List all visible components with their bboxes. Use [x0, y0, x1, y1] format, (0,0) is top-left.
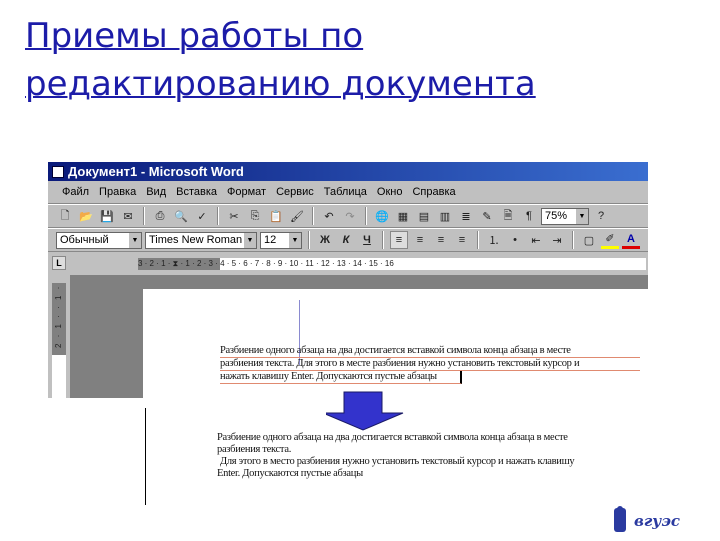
new-icon[interactable]: 🗋	[56, 207, 74, 225]
help-icon[interactable]: ?	[592, 207, 610, 225]
window-title: Документ1 - Microsoft Word	[68, 164, 244, 179]
increase-indent-icon[interactable]: ⇥	[548, 231, 566, 249]
insert-excel-icon[interactable]: ▥	[436, 207, 454, 225]
cut-icon[interactable]: ✂	[225, 207, 243, 225]
horizontal-ruler[interactable]: L 3 · 2 · 1 · ⧗ · 1 · 2 · 3 · 4 · 5 · 6 …	[48, 252, 648, 275]
separator	[308, 231, 310, 249]
menu-help[interactable]: Справка	[412, 186, 455, 198]
justify-icon[interactable]: ≡	[453, 231, 471, 249]
chevron-down-icon: ▼	[244, 232, 256, 248]
menu-insert[interactable]: Вставка	[176, 186, 217, 198]
formatting-toolbar: Обычный ▼ Times New Roman ▼ 12 ▼ Ж К Ч ≡ ≡ …	[48, 228, 648, 252]
zoom-value: 75%	[545, 210, 568, 222]
text-line: Enter. Допускаются пустые абзацы	[217, 468, 363, 479]
align-right-icon[interactable]: ≡	[432, 231, 450, 249]
document-map-icon[interactable]: 🗎	[499, 207, 517, 225]
separator	[217, 207, 219, 225]
paragraph-after: Разбиение одного абзаца на два достигает…	[217, 432, 617, 480]
paragraph-before: Разбиение одного абзаца на два достигает…	[220, 345, 640, 384]
separator	[572, 231, 574, 249]
separator	[365, 207, 367, 225]
menu-file[interactable]: Файл	[62, 186, 89, 198]
print-icon[interactable]: ⎙	[151, 207, 169, 225]
bullets-icon[interactable]: •	[506, 231, 524, 249]
down-arrow-icon	[326, 391, 404, 431]
align-center-icon[interactable]: ≡	[411, 231, 429, 249]
style-select[interactable]: Обычный ▼	[56, 231, 142, 249]
bold-button[interactable]: Ж	[316, 231, 334, 249]
text-line: Разбиение одного абзаца на два достигает…	[220, 345, 640, 358]
menu-table[interactable]: Таблица	[324, 186, 367, 198]
title-bar: Документ1 - Microsoft Word	[48, 162, 648, 181]
columns-icon[interactable]: ≣	[457, 207, 475, 225]
decrease-indent-icon[interactable]: ⇤	[527, 231, 545, 249]
chevron-down-icon: ▼	[129, 232, 141, 248]
chevron-down-icon: ▼	[289, 232, 301, 248]
text-line: Разбиение одного абзаца на два достигает…	[217, 432, 568, 443]
copy-icon[interactable]: ⎘	[246, 207, 264, 225]
text-line: нажать клавишу Enter. Допускаются пустые…	[220, 371, 462, 384]
slide-title: Приемы работы по редактированию документ…	[25, 16, 536, 104]
divider-line	[145, 408, 146, 505]
menu-format[interactable]: Формат	[227, 186, 266, 198]
menu-bar: Файл Правка Вид Вставка Формат Сервис Та…	[48, 181, 648, 204]
text-line: разбиения текста. Для этого в месте разб…	[220, 358, 640, 371]
style-value: Обычный	[60, 234, 109, 246]
spelling-icon[interactable]: ✓	[193, 207, 211, 225]
email-icon[interactable]: ✉	[119, 207, 137, 225]
highlight-icon[interactable]: ✐	[601, 231, 619, 249]
separator	[312, 207, 314, 225]
university-logo: вгуэс	[610, 504, 710, 541]
ruler-marks: 3 · 2 · 1 · ⧗ · 1 · 2 · 3 · 4 · 5 · 6 · …	[138, 259, 394, 268]
hyperlink-icon[interactable]: 🌐	[373, 207, 391, 225]
font-select[interactable]: Times New Roman ▼	[145, 231, 257, 249]
drawing-icon[interactable]: ✎	[478, 207, 496, 225]
separator	[477, 231, 479, 249]
insert-table-icon[interactable]: ▤	[415, 207, 433, 225]
size-value: 12	[264, 234, 277, 246]
separator	[382, 231, 384, 249]
size-select[interactable]: 12 ▼	[260, 231, 302, 249]
numbering-icon[interactable]: ⒈	[485, 231, 503, 249]
separator	[143, 207, 145, 225]
font-value: Times New Roman	[149, 234, 243, 246]
paste-icon[interactable]: 📋	[267, 207, 285, 225]
svg-text:вгуэс: вгуэс	[634, 512, 680, 530]
zoom-select[interactable]: 75% ▼	[541, 207, 589, 225]
open-icon[interactable]: 📂	[77, 207, 95, 225]
underline-button[interactable]: Ч	[358, 231, 376, 249]
word-doc-icon	[52, 165, 64, 178]
undo-icon[interactable]: ↶	[320, 207, 338, 225]
border-icon[interactable]: ▢	[580, 231, 598, 249]
menu-tools[interactable]: Сервис	[276, 186, 314, 198]
preview-icon[interactable]: 🔍	[172, 207, 190, 225]
redo-icon[interactable]: ↷	[341, 207, 359, 225]
pilcrow-icon[interactable]: ¶	[520, 207, 538, 225]
menu-view[interactable]: Вид	[146, 186, 166, 198]
chevron-down-icon: ▼	[576, 208, 588, 224]
align-left-icon[interactable]: ≡	[390, 231, 408, 249]
format-painter-icon[interactable]: 🖌	[288, 207, 306, 225]
font-color-icon[interactable]: A	[622, 231, 640, 249]
tab-selector[interactable]: L	[52, 256, 66, 270]
tables-borders-icon[interactable]: ▦	[394, 207, 412, 225]
text-line: разбиения текста.	[217, 444, 292, 455]
vertical-ruler: 2 · 1 · · 1 ·	[48, 275, 70, 398]
vertical-ruler-marks: 2 · 1 · · 1 ·	[54, 285, 63, 349]
menu-edit[interactable]: Правка	[99, 186, 136, 198]
menu-window[interactable]: Окно	[377, 186, 403, 198]
italic-button[interactable]: К	[337, 231, 355, 249]
text-line: Для этого в место разбиения нужно устано…	[220, 456, 575, 467]
save-icon[interactable]: 💾	[98, 207, 116, 225]
standard-toolbar: 🗋 📂 💾 ✉ ⎙ 🔍 ✓ ✂ ⎘ 📋 🖌 ↶ ↷ 🌐 ▦ ▤ ▥ ≣ ✎ 🗎 …	[48, 204, 648, 228]
